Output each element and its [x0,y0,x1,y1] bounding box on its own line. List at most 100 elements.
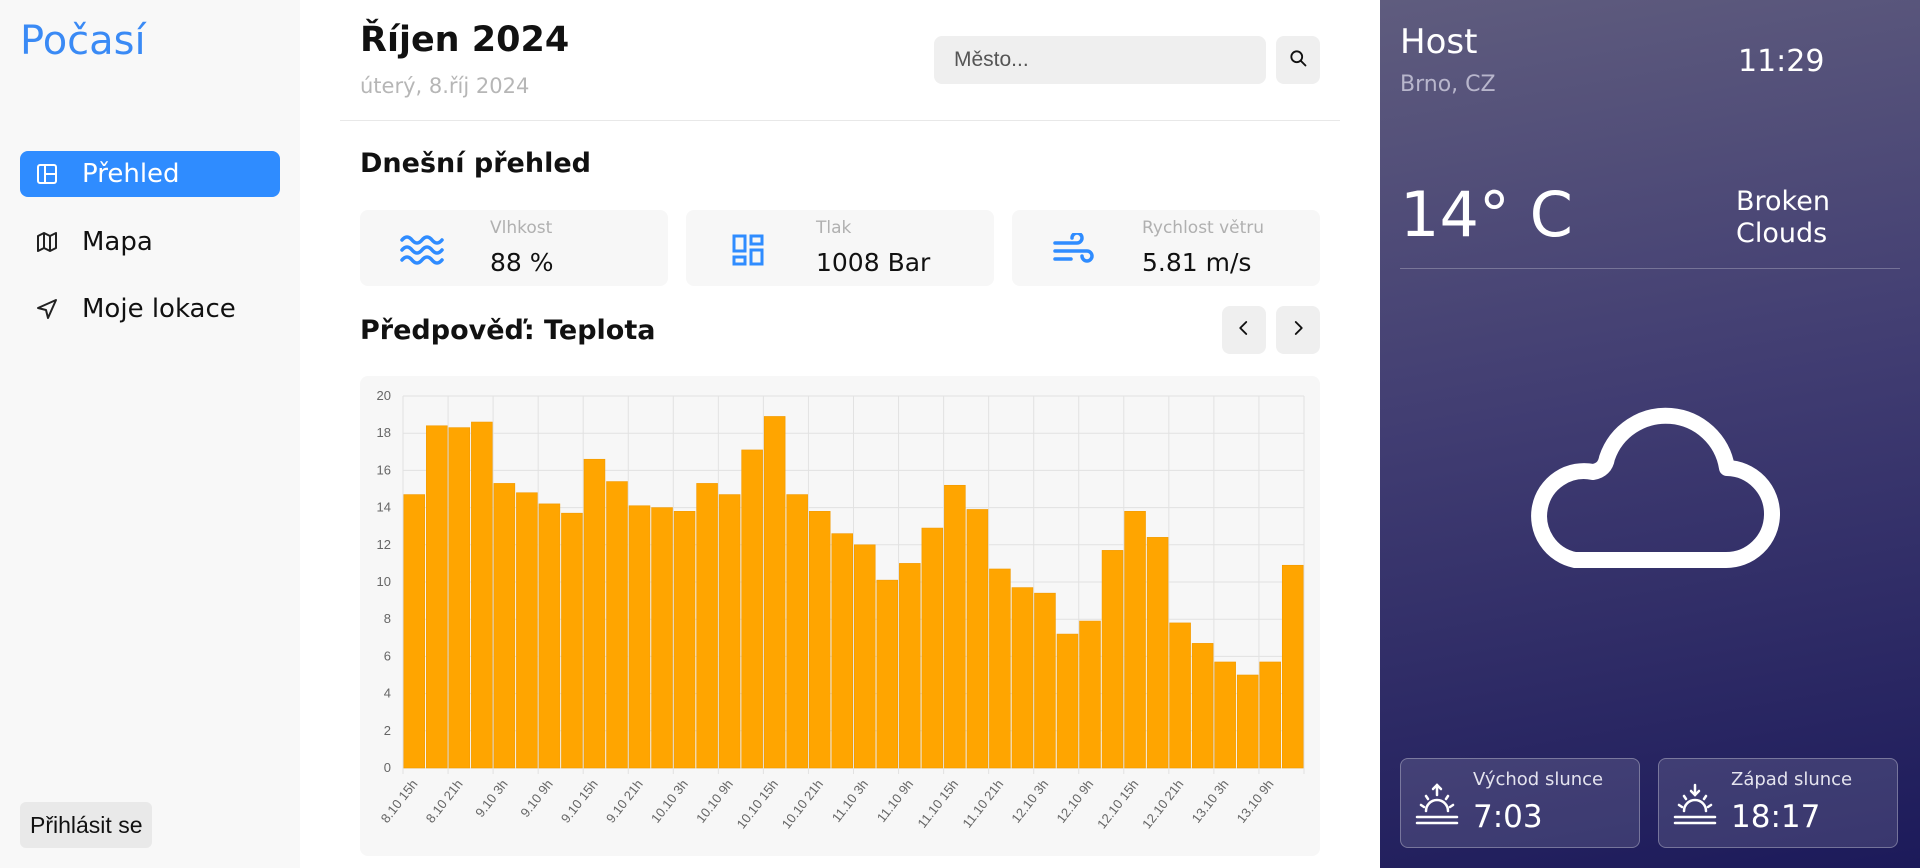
chart-bar [628,505,651,769]
chart-bar [1281,564,1304,769]
y-tick-label: 0 [384,760,391,775]
next-button[interactable] [1276,306,1320,354]
x-tick-label: 9.10 9h [517,777,556,820]
chart-bar [831,533,853,769]
x-tick-label: 11.10 9h [874,777,916,825]
chart-bar [944,484,966,769]
x-tick-label: 10.10 15h [734,777,781,832]
chart-bar [966,509,989,769]
current-weather-panel: Host Brno, CZ 11:29 14° C Broken Clouds … [1380,0,1920,868]
sidebar-item-map[interactable]: Mapa [20,219,280,265]
chart-bar [786,494,808,769]
y-tick-label: 14 [377,500,391,515]
chart-bar [1056,633,1079,769]
search-icon [1288,48,1308,72]
current-temperature: 14° C [1400,178,1573,251]
chart-bar [1124,511,1146,769]
humidity-card: Vlhkost 88 % [360,210,668,286]
sidebar-item-overview[interactable]: Přehled [20,151,280,197]
previous-button[interactable] [1222,306,1266,354]
x-tick-label: 12.10 15h [1094,777,1141,832]
stat-label: Vlhkost [490,218,553,238]
y-tick-label: 12 [377,537,391,552]
chart-bar [1169,622,1191,769]
stat-label: Tlak [816,218,852,238]
cloud-icon [1520,380,1780,574]
wind-speed-card: Rychlost větru 5.81 m/s [1012,210,1320,286]
sunset-icon [1673,783,1717,829]
y-tick-label: 10 [377,574,391,589]
y-tick-label: 20 [377,388,391,403]
y-tick-label: 4 [384,686,391,701]
chart-bar [763,416,786,769]
y-tick-label: 16 [377,462,391,477]
x-tick-label: 12.10 21h [1139,777,1186,832]
x-tick-label: 13.10 3h [1189,777,1232,826]
x-tick-label: 11.10 15h [914,777,961,831]
location: Brno, CZ [1400,72,1496,97]
chart-bar [1101,550,1124,769]
chart-bar [673,511,696,769]
x-tick-label: 11.10 21h [959,777,1006,831]
x-tick-label: 9.10 3h [472,777,511,820]
y-tick-label: 6 [384,648,391,663]
chart-bar [1236,674,1259,769]
weather-condition: Broken Clouds [1736,186,1830,249]
chart-bar [651,507,673,769]
sidebar-item-label: Mapa [82,227,153,257]
temperature-bar-chart: 0 2 4 6 8 10 12 14 16 18 20 8.10 15h 8.10 21h 9.10 3h… [377,388,1305,832]
y-tick-label: 8 [384,611,391,626]
sunrise-icon [1415,783,1459,829]
y-tick-label: 18 [377,425,391,440]
chart-bar [718,494,741,769]
chart-bar [583,458,606,769]
app-brand: Počasí [20,18,146,64]
stat-value: 5.81 m/s [1142,248,1252,277]
chart-bar [493,483,516,769]
x-tick-label: 8.10 21h [423,777,466,826]
wind-icon [1052,230,1096,270]
search-button[interactable] [1276,36,1320,84]
sunset-label: Západ slunce [1731,769,1853,790]
sidebar: Počasí Přehled Mapa Moje lokace Přihlási… [0,0,300,868]
pressure-card: Tlak 1008 Bar [686,210,994,286]
chart-bar [403,494,426,769]
main-content: Říjen 2024 úterý, 8.říj 2024 Dnešní přeh… [300,0,1380,868]
x-tick-label: 8.10 15h [378,777,421,826]
chart-bar [1214,661,1236,769]
city-search-input[interactable] [934,36,1266,84]
chart-bar [606,481,628,769]
sunrise-label: Východ slunce [1473,769,1604,790]
chart-bar [853,544,876,769]
chart-bar [696,483,718,769]
sunset-time: 18:17 [1731,799,1821,835]
sunrise-card: Východ slunce 7:03 [1400,758,1640,848]
navigation-icon [34,296,60,322]
chevron-right-icon [1289,319,1307,341]
x-tick-label: 10.10 9h [693,777,736,826]
chart-bar [1191,643,1214,769]
x-tick-label: 10.10 21h [779,777,826,832]
chart-bar [921,527,944,769]
dashboard-icon [726,230,770,270]
x-tick-label: 13.10 9h [1234,777,1277,826]
chart-bar [876,579,899,769]
login-button[interactable]: Přihlásit se [20,802,153,848]
current-time: 11:29 [1738,44,1825,79]
sidebar-item-label: Moje lokace [82,294,236,324]
sunset-card: Západ slunce 18:17 [1658,758,1898,848]
chart-bar [538,503,561,769]
sidebar-item-my-locations[interactable]: Moje lokace [20,286,280,332]
x-tick-label: 12.10 3h [1008,777,1051,826]
chart-bar [808,511,831,769]
chart-bar [471,421,493,769]
current-date: úterý, 8.říj 2024 [360,74,530,98]
x-tick-label: 10.10 3h [648,777,691,826]
chart-bar [1079,620,1101,769]
stat-value: 88 % [490,248,554,277]
chart-bar [1259,661,1281,769]
chart-bar [1011,587,1034,769]
forecast-title: Předpověď: Teplota [360,315,656,346]
chart-bar [1034,592,1056,769]
sidebar-item-label: Přehled [82,159,180,189]
